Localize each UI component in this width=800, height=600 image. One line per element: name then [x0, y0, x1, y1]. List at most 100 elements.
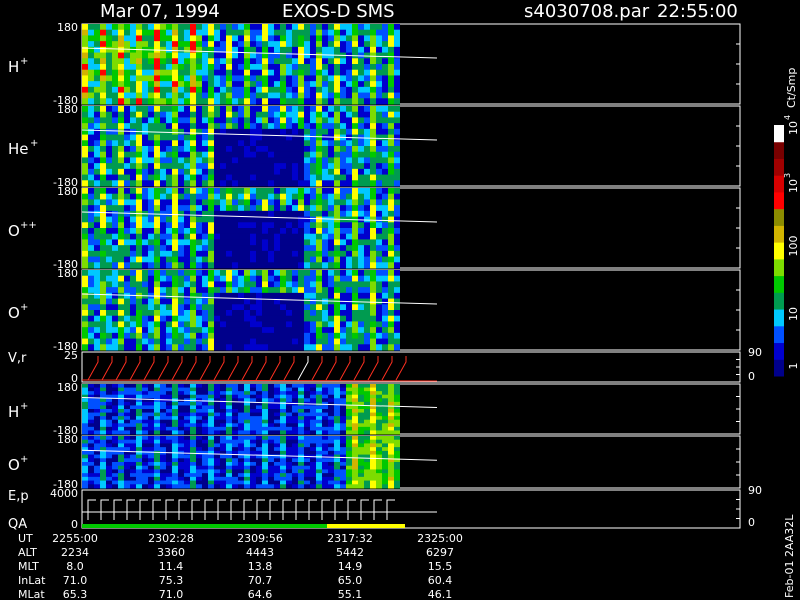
spectrogram-cell — [118, 157, 124, 164]
spectrogram-cell — [304, 69, 310, 76]
spectrogram-cell — [376, 46, 382, 54]
spectrogram-cell — [190, 140, 196, 147]
spectrogram-cell — [94, 128, 100, 136]
spectrogram-cell — [148, 117, 154, 124]
spectrogram-cell — [310, 250, 316, 258]
spectrogram-cell — [382, 401, 388, 406]
spectrogram-cell — [94, 298, 100, 305]
spectrogram-cell — [178, 281, 184, 288]
spectrogram-cell — [94, 327, 100, 334]
spectrogram-cell — [262, 409, 268, 414]
spectrogram-cell — [100, 52, 106, 59]
spectrogram-cell — [376, 310, 382, 317]
spectrogram-cell — [190, 222, 196, 229]
spectrogram-cell — [346, 462, 352, 467]
spectrogram-cell — [112, 98, 118, 105]
spectrogram-cell — [160, 52, 166, 59]
spectrogram-cell — [250, 146, 256, 153]
spectrogram-cell — [370, 151, 376, 158]
spectrogram-cell — [172, 199, 178, 206]
spectrogram-cell — [310, 443, 316, 448]
spectrogram-cell — [208, 140, 214, 147]
spectrogram-cell — [100, 86, 106, 94]
spectrogram-cell — [280, 199, 286, 206]
spectrogram-cell — [370, 426, 376, 431]
spectrogram-cell — [370, 193, 376, 200]
spectrogram-cell — [262, 450, 268, 456]
spectrogram-cell — [262, 205, 268, 212]
spectrogram-cell — [250, 134, 256, 141]
spectrogram-cell — [286, 188, 292, 195]
spectrogram-cell — [94, 210, 100, 218]
spectrogram-cell — [322, 281, 328, 288]
spectrogram-cell — [190, 430, 196, 435]
spectrogram-cell — [244, 436, 250, 441]
spectrogram-cell — [82, 458, 88, 463]
spectrogram-cell — [148, 473, 154, 478]
spectrogram-cell — [328, 416, 334, 421]
spectrogram-cell — [370, 394, 376, 399]
spectrogram-cell — [364, 412, 370, 417]
spectrogram-cell — [280, 250, 286, 258]
spectrogram-cell — [220, 298, 226, 305]
spectrogram-cell — [196, 292, 202, 300]
spectrogram-cell — [256, 439, 262, 444]
spectrogram-cell — [370, 75, 376, 82]
spectrogram-cell — [160, 321, 166, 328]
spectrogram-cell — [226, 69, 232, 76]
spectrogram-cell — [376, 292, 382, 300]
spectrogram-cell — [244, 163, 250, 170]
spectrogram-cell — [388, 454, 394, 459]
spectrogram-cell — [340, 426, 346, 431]
spectrogram-cell — [184, 86, 190, 94]
spectrogram-cell — [202, 52, 208, 59]
spectrogram-cell — [352, 58, 358, 65]
spectrogram-cell — [172, 304, 178, 311]
spectrogram-cell — [88, 24, 94, 31]
spectrogram-cell — [148, 193, 154, 200]
spectrogram-cell — [166, 205, 172, 212]
spectrogram-cell — [214, 304, 220, 311]
spectrogram-cell — [220, 419, 226, 424]
spectrogram-cell — [196, 64, 202, 71]
spectrogram-cell — [322, 128, 328, 136]
spectrogram-cell — [232, 327, 238, 334]
spectrogram-cell — [238, 193, 244, 200]
spectrogram-cell — [316, 216, 322, 223]
spectrogram-cell — [322, 250, 328, 258]
spectrogram-cell — [340, 188, 346, 195]
spectrogram-cell — [160, 216, 166, 223]
spectrogram-cell — [334, 401, 340, 406]
spectrogram-cell — [148, 239, 154, 246]
spectrogram-cell — [346, 128, 352, 136]
spectrogram-cell — [340, 64, 346, 71]
spectrogram-cell — [124, 168, 130, 176]
spectrogram-cell — [280, 447, 286, 452]
spectrogram-cell — [376, 450, 382, 456]
spectrogram-cell — [304, 193, 310, 200]
spectrogram-cell — [268, 458, 274, 463]
spectrogram-cell — [316, 86, 322, 94]
spectrogram-cell — [346, 338, 352, 345]
spectrogram-cell — [208, 270, 214, 277]
spectrogram-cell — [262, 436, 268, 441]
spectrogram-cell — [340, 123, 346, 130]
spectrogram-cell — [226, 401, 232, 406]
spectrogram-cell — [178, 256, 184, 263]
spectrogram-cell — [292, 41, 298, 48]
spectrogram-cell — [232, 180, 238, 187]
spectrogram-cell — [286, 423, 292, 428]
spectrogram-cell — [340, 462, 346, 467]
spectrogram-cell — [202, 140, 208, 147]
spectrogram-cell — [166, 419, 172, 424]
spectrogram-cell — [322, 430, 328, 435]
spectrogram-cell — [124, 174, 130, 181]
spectrogram-cell — [160, 123, 166, 130]
spectrogram-cell — [250, 476, 256, 482]
spectrogram-cell — [364, 193, 370, 200]
spectrogram-cell — [142, 281, 148, 288]
spectrogram-cell — [196, 391, 202, 396]
spectrogram-cell — [370, 423, 376, 428]
spectrogram-cell — [292, 439, 298, 444]
spectrogram-cell — [88, 423, 94, 428]
